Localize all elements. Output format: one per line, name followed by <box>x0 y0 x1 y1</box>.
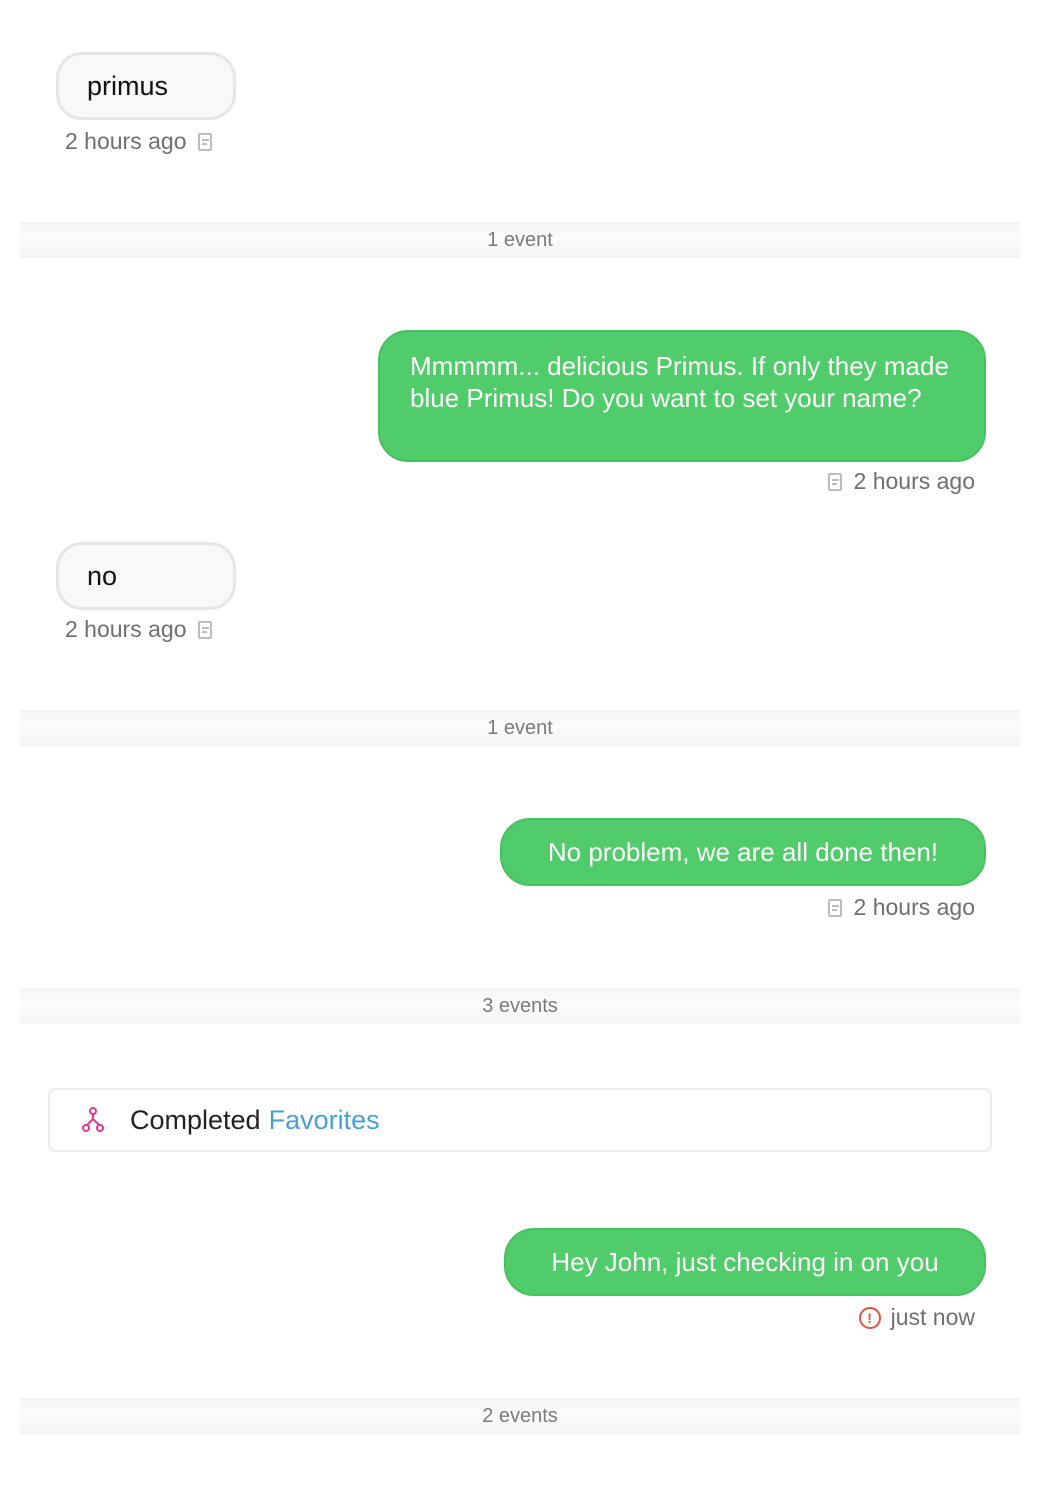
message-text: no <box>87 561 118 591</box>
event-count: 3 events <box>482 995 558 1017</box>
message-timestamp: 2 hours ago <box>853 894 975 920</box>
event-separator[interactable]: 1 event <box>20 222 1020 258</box>
log-document-icon[interactable] <box>198 620 213 639</box>
error-icon[interactable]: ! <box>858 1306 881 1329</box>
message-meta: 2 hours ago <box>65 128 213 155</box>
flow-icon <box>82 1107 104 1132</box>
message-text: primus <box>87 71 169 101</box>
log-document-icon[interactable] <box>827 898 842 917</box>
incoming-message-bubble: no <box>56 542 236 610</box>
flow-event-card: Completed Favorites <box>48 1088 992 1152</box>
flow-link[interactable]: Favorites <box>269 1105 380 1136</box>
message-text: Mmmmm... delicious Primus. If only they … <box>410 351 949 413</box>
message-text: Hey John, just checking in on you <box>551 1247 939 1277</box>
message-meta: ! just now <box>858 1304 975 1331</box>
message-meta: 2 hours ago <box>827 468 975 495</box>
event-count: 1 event <box>487 717 553 739</box>
flow-event-label: Completed <box>130 1104 261 1135</box>
outgoing-message-bubble: Hey John, just checking in on you <box>504 1228 986 1296</box>
incoming-message-bubble: primus <box>56 52 236 120</box>
message-timestamp: 2 hours ago <box>65 616 187 642</box>
event-count: 1 event <box>487 229 553 251</box>
message-timestamp: just now <box>890 1304 975 1330</box>
outgoing-message-bubble: Mmmmm... delicious Primus. If only they … <box>378 330 986 462</box>
message-timestamp: 2 hours ago <box>65 128 187 154</box>
outgoing-message-bubble: No problem, we are all done then! <box>500 818 986 886</box>
log-document-icon[interactable] <box>198 132 213 151</box>
message-meta: 2 hours ago <box>65 616 213 643</box>
log-document-icon[interactable] <box>827 472 842 491</box>
message-text: No problem, we are all done then! <box>547 837 939 867</box>
event-separator[interactable]: 2 events <box>20 1398 1020 1434</box>
message-meta: 2 hours ago <box>827 894 975 921</box>
event-separator[interactable]: 3 events <box>20 988 1020 1024</box>
event-separator[interactable]: 1 event <box>20 710 1020 746</box>
message-timestamp: 2 hours ago <box>853 468 975 494</box>
event-count: 2 events <box>482 1405 558 1427</box>
